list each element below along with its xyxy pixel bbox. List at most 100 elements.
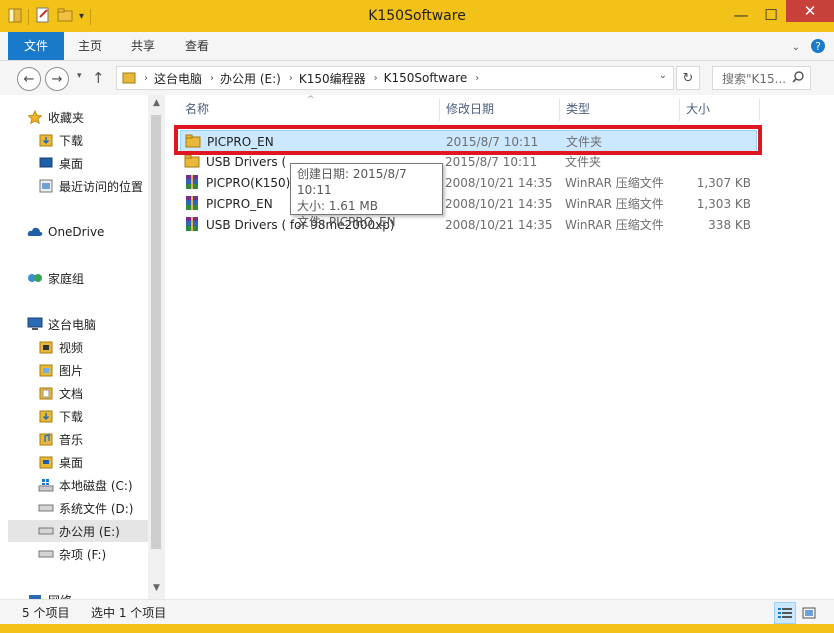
file-row[interactable]: PICPRO_EN 2008/10/21 14:35 WinRAR 压缩文件 1…	[180, 193, 755, 214]
file-date: 2008/10/21 14:35	[445, 175, 553, 190]
tooltip-size: 大小: 1.61 MB	[297, 199, 378, 213]
column-header-date[interactable]: 修改日期	[446, 95, 494, 123]
nav-desktop-pc[interactable]: 桌面	[38, 451, 83, 473]
nav-drive-c[interactable]: 本地磁盘 (C:)	[38, 474, 133, 496]
file-name: USB Drivers (	[206, 154, 287, 169]
nav-downloads[interactable]: 下载	[38, 129, 83, 151]
breadcrumb-k150software[interactable]: K150Software	[384, 71, 468, 85]
nav-recent[interactable]: 最近访问的位置	[38, 175, 143, 197]
new-folder-icon[interactable]	[57, 7, 73, 26]
nav-drive-f[interactable]: 杂项 (F:)	[38, 543, 106, 565]
nav-videos[interactable]: 视频	[38, 336, 83, 358]
nav-favorites[interactable]: 收藏夹	[27, 106, 84, 128]
ribbon: 文件 主页 共享 查看 ⌄ ?	[0, 32, 834, 61]
breadcrumb-drive-e[interactable]: 办公用 (E:)	[220, 70, 281, 87]
search-icon	[792, 70, 804, 86]
details-view-button[interactable]	[774, 602, 796, 624]
tab-share[interactable]: 共享	[122, 32, 164, 60]
folder-icon	[184, 153, 200, 169]
nav-drive-e[interactable]: 办公用 (E:)	[8, 520, 148, 542]
chevron-right-icon: ›	[144, 72, 148, 84]
file-date: 2015/8/7 10:11	[445, 154, 538, 169]
breadcrumb-this-pc[interactable]: 这台电脑	[154, 70, 202, 87]
nav-desktop-label: 桌面	[59, 156, 84, 171]
folder-icon	[122, 70, 136, 87]
navigation-bar: ← → ▾ ↑ › 这台电脑 › 办公用 (E:) › K150编程器 › K1…	[0, 61, 834, 95]
tab-view[interactable]: 查看	[176, 32, 218, 60]
nav-downloads-pc[interactable]: 下载	[38, 405, 83, 427]
address-history-dropdown-icon[interactable]: ⌄	[659, 70, 667, 81]
recent-locations-dropdown-icon[interactable]: ▾	[77, 71, 82, 81]
column-header-name[interactable]: 名称	[185, 95, 209, 123]
back-button[interactable]: ←	[17, 67, 41, 91]
music-folder-icon	[38, 431, 54, 447]
minimize-button[interactable]: —	[726, 0, 756, 30]
nav-this-pc[interactable]: 这台电脑	[27, 313, 96, 335]
scroll-down-icon[interactable]: ▼	[148, 583, 165, 593]
nav-onedrive[interactable]: OneDrive	[27, 221, 104, 243]
sort-ascending-icon: ^	[307, 95, 315, 105]
file-type: 文件夹	[565, 155, 602, 169]
file-type: WinRAR 压缩文件	[565, 218, 664, 232]
search-input[interactable]: 搜索"K15...	[712, 66, 811, 90]
nav-recent-label: 最近访问的位置	[59, 179, 144, 194]
drive-icon	[38, 546, 54, 562]
arrow-right-icon: →	[51, 71, 63, 87]
file-row[interactable]: PICPRO(K150) 2008/10/21 14:35 WinRAR 压缩文…	[180, 172, 755, 193]
large-icons-view-button[interactable]	[798, 602, 820, 624]
nav-this-pc-label: 这台电脑	[48, 317, 97, 332]
scroll-up-icon[interactable]: ▲	[148, 98, 165, 108]
properties-icon[interactable]	[35, 7, 51, 26]
chevron-right-icon: ›	[475, 72, 480, 84]
recent-places-icon	[38, 178, 54, 194]
window-title: K150Software	[368, 8, 466, 24]
desktop-icon	[38, 155, 54, 171]
refresh-button[interactable]: ↻	[676, 66, 700, 90]
status-bar: 5 个项目 选中 1 个项目	[0, 599, 834, 624]
address-bar[interactable]: › 这台电脑 › 办公用 (E:) › K150编程器 › K150Softwa…	[116, 66, 674, 90]
forward-button[interactable]: →	[45, 67, 69, 91]
file-size: 338 KB	[708, 217, 751, 232]
nav-drive-d[interactable]: 系统文件 (D:)	[38, 497, 133, 519]
nav-scrollbar-thumb[interactable]	[151, 115, 161, 549]
nav-pictures[interactable]: 图片	[38, 359, 83, 381]
tab-home[interactable]: 主页	[70, 32, 110, 60]
downloads-folder-icon	[38, 408, 54, 424]
nav-homegroup[interactable]: 家庭组	[27, 267, 84, 289]
nav-drive-c-label: 本地磁盘 (C:)	[59, 478, 133, 493]
videos-folder-icon	[38, 339, 54, 355]
nav-drive-e-label: 办公用 (E:)	[59, 524, 120, 539]
help-icon[interactable]: ?	[810, 38, 826, 57]
pictures-folder-icon	[38, 362, 54, 378]
column-header-size[interactable]: 大小	[686, 95, 710, 123]
nav-pictures-label: 图片	[59, 363, 84, 378]
breadcrumb-k150[interactable]: K150编程器	[299, 70, 366, 87]
expand-ribbon-icon[interactable]: ⌄	[792, 42, 800, 53]
nav-music[interactable]: 音乐	[38, 428, 83, 450]
nav-onedrive-label: OneDrive	[48, 225, 105, 239]
file-row[interactable]: USB Drivers ( for 98me2000xp) 2008/10/21…	[180, 214, 755, 235]
nav-drive-f-label: 杂项 (F:)	[59, 547, 107, 562]
annotation-highlight-box	[174, 125, 762, 155]
nav-scrollbar[interactable]: ▲ ▼	[148, 95, 165, 599]
star-icon	[27, 109, 43, 125]
item-count: 5 个项目	[22, 606, 70, 620]
nav-desktop[interactable]: 桌面	[38, 152, 83, 174]
explorer-window: ▾ K150Software — ☐ ✕ 文件 主页 共享 查看 ⌄ ? ← →…	[0, 0, 834, 633]
up-arrow-icon[interactable]: ↑	[92, 69, 105, 87]
tab-file[interactable]: 文件	[8, 32, 64, 60]
quick-access-toolbar: ▾	[8, 7, 92, 26]
nav-documents[interactable]: 文档	[38, 382, 83, 404]
nav-network[interactable]: 网络	[27, 589, 72, 599]
selection-count: 选中 1 个项目	[91, 606, 167, 620]
column-header-type[interactable]: 类型	[566, 95, 590, 123]
downloads-folder-icon	[38, 132, 54, 148]
customize-dropdown-icon[interactable]: ▾	[79, 11, 84, 22]
nav-documents-label: 文档	[59, 386, 84, 401]
maximize-button[interactable]: ☐	[756, 0, 786, 30]
winrar-archive-icon	[184, 216, 200, 232]
network-icon	[27, 592, 43, 599]
close-button[interactable]: ✕	[786, 0, 834, 22]
nav-videos-label: 视频	[59, 340, 84, 355]
winrar-archive-icon	[184, 174, 200, 190]
